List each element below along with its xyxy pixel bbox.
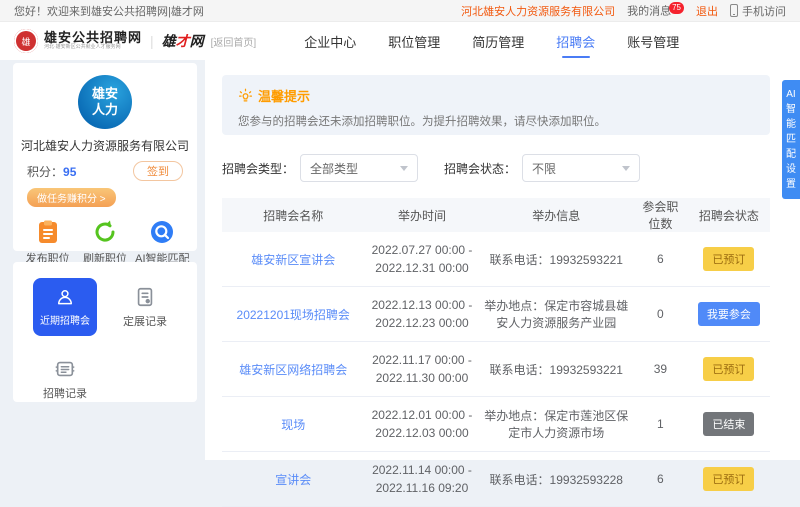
fair-table-header: 招聘会名称 举办时间 举办信息 参会职位数 招聘会状态 <box>222 198 770 232</box>
fair-name-link[interactable]: 宣讲会 <box>275 473 311 487</box>
fair-name-link[interactable]: 现场 <box>281 418 305 432</box>
col-fair-name: 招聘会名称 <box>222 207 364 224</box>
fair-position-count: 0 <box>633 307 688 321</box>
ai-match-button[interactable]: AI智能匹配 <box>134 219 190 266</box>
sidebar-item-recruit-records[interactable]: 招聘记录 <box>25 350 105 408</box>
notice-title: 温馨提示 <box>258 86 310 105</box>
col-fair-status: 招聘会状态 <box>688 207 770 224</box>
refresh-job-button[interactable]: 刷新职位 <box>77 219 133 266</box>
fair-name-link[interactable]: 雄安新区宣讲会 <box>251 253 335 267</box>
fair-status-select[interactable]: 不限 <box>522 154 640 182</box>
ai-match-icon <box>149 219 175 245</box>
sidebar-item-recent-fairs[interactable]: 近期招聘会 <box>33 278 97 336</box>
fair-position-count: 1 <box>633 417 688 431</box>
clipboard-icon <box>35 219 61 245</box>
brand-secondary-logo: 雄才网 <box>162 31 204 51</box>
fair-type-label: 招聘会类型： <box>222 160 294 177</box>
fair-info: 举办地点：保定市莲池区保定市人力资源市场 <box>480 407 633 441</box>
fair-status-badge: 已预订 <box>703 467 754 491</box>
col-position-count: 参会职位数 <box>633 198 688 232</box>
score-value: 95 <box>63 165 76 179</box>
chevron-down-icon <box>622 166 630 171</box>
table-row: 现场 2022.12.01 00:00 -2022.12.03 00:00 举办… <box>222 396 770 451</box>
messages-badge: 75 <box>669 2 684 14</box>
earn-points-link[interactable]: 做任务赚积分 > <box>27 188 116 207</box>
nav-item-1[interactable]: 职位管理 <box>386 22 442 61</box>
profile-company-name: 河北雄安人力资源服务有限公司 <box>13 137 197 154</box>
main-nav: 企业中心职位管理简历管理招聘会账号管理 <box>302 22 681 61</box>
fair-status-badge: 已结束 <box>703 412 754 436</box>
fair-status-badge: 已预订 <box>703 357 754 381</box>
refresh-icon <box>92 219 118 245</box>
main-panel: 温馨提示 您参与的招聘会还未添加招聘职位。为提升招聘效果，请尽快添加职位。 招聘… <box>205 60 800 460</box>
mobile-access-link[interactable]: 手机访问 <box>730 3 786 19</box>
fair-info: 举办地点：保定市容城县雄安人力资源服务产业园 <box>480 297 633 331</box>
fair-name-link[interactable]: 20221201现场招聘会 <box>237 308 350 322</box>
fair-time: 2022.12.01 00:00 -2022.12.03 00:00 <box>364 406 479 442</box>
table-row: 宣讲会 2022.11.14 00:00 -2022.11.16 09:20 联… <box>222 451 770 506</box>
nav-item-0[interactable]: 企业中心 <box>302 22 358 61</box>
fair-position-count: 6 <box>633 472 688 486</box>
score-label: 积分：95 <box>27 163 76 180</box>
notice-box: 温馨提示 您参与的招聘会还未添加招聘职位。为提升招聘效果，请尽快添加职位。 <box>222 75 770 135</box>
nav-item-3[interactable]: 招聘会 <box>554 22 597 61</box>
person-icon <box>55 287 75 307</box>
chevron-down-icon <box>400 166 408 171</box>
fair-info: 联系电话：19932593221 <box>480 361 633 378</box>
site-header: 雄 雄安公共招聘网 河北·雄安新区公共就业人才服务网 | 雄才网 [返回首页] … <box>0 22 800 60</box>
company-account-link[interactable]: 河北雄安人力资源服务有限公司 <box>461 3 615 19</box>
fair-time: 2022.11.17 00:00 -2022.11.30 00:00 <box>364 351 479 387</box>
fair-type-select[interactable]: 全部类型 <box>300 154 418 182</box>
fair-position-count: 39 <box>633 362 688 376</box>
table-row: 20221201现场招聘会 2022.12.13 00:00 -2022.12.… <box>222 286 770 341</box>
nav-item-2[interactable]: 简历管理 <box>470 22 526 61</box>
sidebar-menu-card: 近期招聘会 定展记录 招聘记录 <box>13 262 197 402</box>
fair-table-body: 雄安新区宣讲会 2022.07.27 00:00 -2022.12.31 00:… <box>222 232 770 506</box>
site-brand: 雄安公共招聘网 河北·雄安新区公共就业人才服务网 <box>44 31 142 51</box>
sidebar-item-booth-records[interactable]: 定展记录 <box>105 278 185 336</box>
fair-status-label: 招聘会状态： <box>444 160 516 177</box>
fair-info: 联系电话：19932593228 <box>480 471 633 488</box>
fair-info: 联系电话：19932593221 <box>480 251 633 268</box>
fair-time: 2022.12.13 00:00 -2022.12.23 00:00 <box>364 296 479 332</box>
profile-card: 雄安人力 河北雄安人力资源服务有限公司 积分：95 签到 做任务赚积分 > 发布… <box>13 63 197 251</box>
bulb-icon <box>238 88 253 103</box>
fair-time: 2022.07.27 00:00 -2022.12.31 00:00 <box>364 241 479 277</box>
signin-button[interactable]: 签到 <box>133 161 183 181</box>
site-logo-seal-icon: 雄 <box>14 29 38 53</box>
notice-body: 您参与的招聘会还未添加招聘职位。为提升招聘效果，请尽快添加职位。 <box>238 113 754 129</box>
table-row: 雄安新区网络招聘会 2022.11.17 00:00 -2022.11.30 0… <box>222 341 770 396</box>
fair-status-badge[interactable]: 我要参会 <box>698 302 760 326</box>
fair-status-badge: 已预订 <box>703 247 754 271</box>
fair-position-count: 6 <box>633 252 688 266</box>
company-avatar: 雄安人力 <box>78 75 132 129</box>
ai-match-settings-tab[interactable]: AI智能匹配设置 <box>782 80 800 199</box>
table-row: 雄安新区宣讲会 2022.07.27 00:00 -2022.12.31 00:… <box>222 232 770 286</box>
logout-link[interactable]: 退出 <box>696 3 718 19</box>
recruit-record-icon <box>54 358 76 380</box>
greeting-text: 您好！欢迎来到雄安公共招聘网|雄才网 <box>14 3 204 19</box>
col-fair-time: 举办时间 <box>364 207 479 224</box>
brand-subtitle: 河北·雄安新区公共就业人才服务网 <box>44 45 142 51</box>
fair-table: 招聘会名称 举办时间 举办信息 参会职位数 招聘会状态 雄安新区宣讲会 2022… <box>222 198 770 507</box>
nav-item-4[interactable]: 账号管理 <box>625 22 681 61</box>
col-fair-info: 举办信息 <box>480 207 633 224</box>
booth-record-icon <box>134 286 156 308</box>
fair-name-link[interactable]: 雄安新区网络招聘会 <box>239 363 347 377</box>
phone-icon <box>730 4 738 17</box>
top-utility-bar: 您好！欢迎来到雄安公共招聘网|雄才网 河北雄安人力资源服务有限公司 我的消息75… <box>0 0 800 22</box>
publish-job-button[interactable]: 发布职位 <box>20 219 76 266</box>
messages-link[interactable]: 我的消息75 <box>627 2 684 19</box>
fair-time: 2022.11.14 00:00 -2022.11.16 09:20 <box>364 461 479 497</box>
brand-divider: | <box>150 33 154 49</box>
back-home-link[interactable]: [返回首页] <box>211 34 257 49</box>
